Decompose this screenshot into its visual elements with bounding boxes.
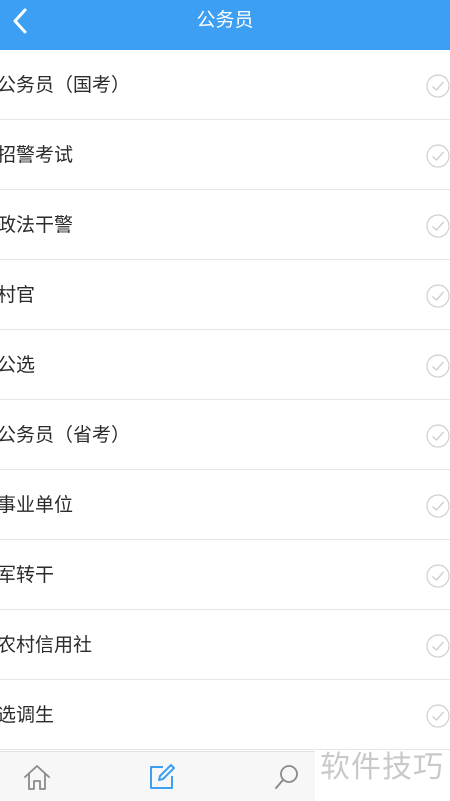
watermark-text: 软件技巧 xyxy=(320,750,444,785)
tab-search[interactable] xyxy=(257,752,317,801)
list-item-label: 政法干警 xyxy=(0,214,74,236)
check-circle-icon xyxy=(426,704,450,728)
list-item-label: 事业单位 xyxy=(0,494,74,516)
tab-edit[interactable] xyxy=(132,752,192,801)
list-item[interactable]: 公务员（省考） xyxy=(0,400,450,470)
check-circle-icon xyxy=(426,424,450,448)
list-item-label: 选调生 xyxy=(0,704,55,726)
check-circle-icon xyxy=(426,74,450,98)
list-item-label: 军转干 xyxy=(0,564,55,586)
list-item[interactable]: 政法干警 xyxy=(0,190,450,260)
check-circle-icon xyxy=(426,354,450,378)
list-item-label: 招警考试 xyxy=(0,144,74,166)
list-item[interactable]: 村官 xyxy=(0,260,450,330)
list-item-label: 公务员（省考） xyxy=(0,424,131,446)
bottom-tab-bar xyxy=(0,751,315,801)
tab-home[interactable] xyxy=(7,752,67,801)
search-icon xyxy=(275,765,298,789)
home-icon xyxy=(24,765,50,790)
app-header: 公务员 xyxy=(0,0,450,50)
list-item-label: 公选 xyxy=(0,354,36,376)
list-item[interactable]: 事业单位 xyxy=(0,470,450,540)
list-item[interactable]: 选调生 xyxy=(0,680,450,750)
list-item[interactable]: 军转干 xyxy=(0,540,450,610)
page-title: 公务员 xyxy=(196,9,254,31)
check-circle-icon xyxy=(426,634,450,658)
check-circle-icon xyxy=(426,564,450,588)
check-circle-icon xyxy=(426,144,450,168)
category-list: 公务员（国考） 招警考试 政法干警 村官 公选 公务员（省考） 事业单位 军转干… xyxy=(0,50,450,750)
list-item[interactable]: 公选 xyxy=(0,330,450,400)
list-item[interactable]: 农村信用社 xyxy=(0,610,450,680)
list-item[interactable]: 招警考试 xyxy=(0,120,450,190)
list-item-label: 公务员（国考） xyxy=(0,74,131,96)
list-item-label: 村官 xyxy=(0,284,36,306)
check-circle-icon xyxy=(426,494,450,518)
edit-icon xyxy=(150,764,175,789)
check-circle-icon xyxy=(426,284,450,308)
list-item[interactable]: 公务员（国考） xyxy=(0,50,450,120)
check-circle-icon xyxy=(426,214,450,238)
list-item-label: 农村信用社 xyxy=(0,634,93,656)
